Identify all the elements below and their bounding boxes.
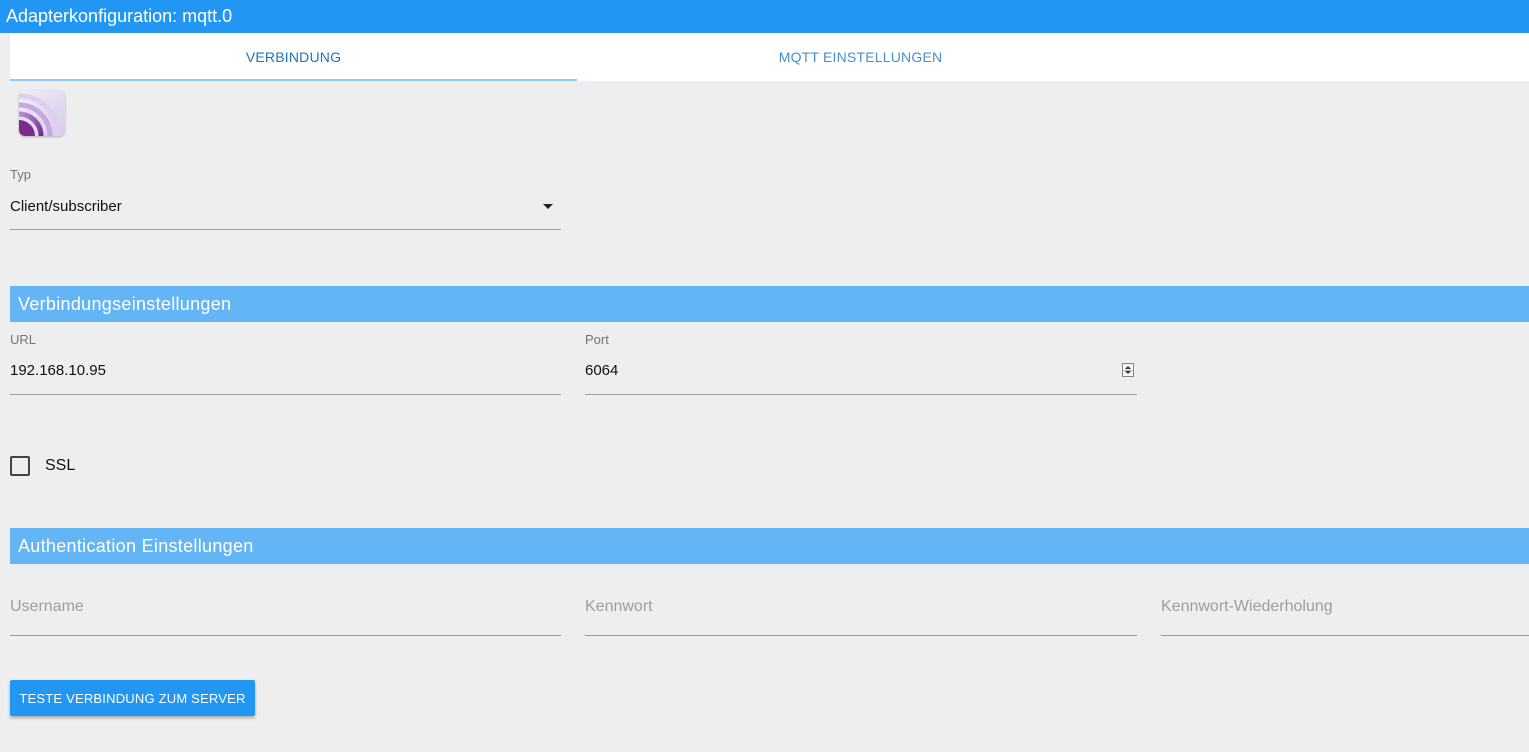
ssl-label: SSL [45, 457, 76, 474]
password-repeat-underline [1161, 635, 1529, 636]
port-input[interactable]: 6064 [585, 354, 1137, 395]
typ-label: Typ [10, 167, 31, 182]
typ-underline [10, 229, 561, 230]
tab-verbindung[interactable]: VERBINDUNG [10, 33, 577, 81]
url-label: URL [10, 332, 37, 347]
test-connection-button[interactable]: TESTE VERBINDUNG ZUM SERVER [10, 680, 255, 716]
port-value: 6064 [585, 362, 619, 379]
mqtt-logo-icon [19, 90, 65, 136]
password-repeat-placeholder: Kennwort-Wiederholung [1161, 598, 1333, 615]
typ-select[interactable]: Client/subscriber [10, 190, 561, 230]
password-underline [585, 635, 1137, 636]
password-placeholder: Kennwort [585, 598, 653, 615]
section-header-authentication: Authentication Einstellungen [10, 528, 1529, 564]
port-label: Port [585, 332, 609, 347]
section-header-connection: Verbindungseinstellungen [10, 286, 1529, 322]
dropdown-arrow-icon [543, 204, 553, 209]
url-value: 192.168.10.95 [10, 362, 106, 379]
port-stepper[interactable] [1122, 363, 1134, 377]
password-input[interactable]: Kennwort [585, 590, 1137, 636]
window-title: Adapterkonfiguration: mqtt.0 [6, 6, 233, 26]
password-repeat-input[interactable]: Kennwort-Wiederholung [1161, 590, 1529, 636]
url-underline [10, 394, 561, 395]
username-placeholder: Username [10, 598, 84, 615]
port-underline [585, 394, 1137, 395]
username-input[interactable]: Username [10, 590, 561, 636]
url-input[interactable]: 192.168.10.95 [10, 354, 561, 395]
stepper-down-icon [1125, 371, 1131, 374]
typ-selected-value: Client/subscriber [10, 198, 122, 215]
tab-mqtt-einstellungen[interactable]: MQTT EINSTELLUNGEN [577, 33, 1144, 81]
stepper-up-icon [1125, 366, 1131, 369]
username-underline [10, 635, 561, 636]
ssl-checkbox[interactable] [10, 456, 30, 476]
tab-bar: VERBINDUNG MQTT EINSTELLUNGEN [10, 33, 1529, 81]
window-title-bar: Adapterkonfiguration: mqtt.0 [0, 0, 1529, 33]
